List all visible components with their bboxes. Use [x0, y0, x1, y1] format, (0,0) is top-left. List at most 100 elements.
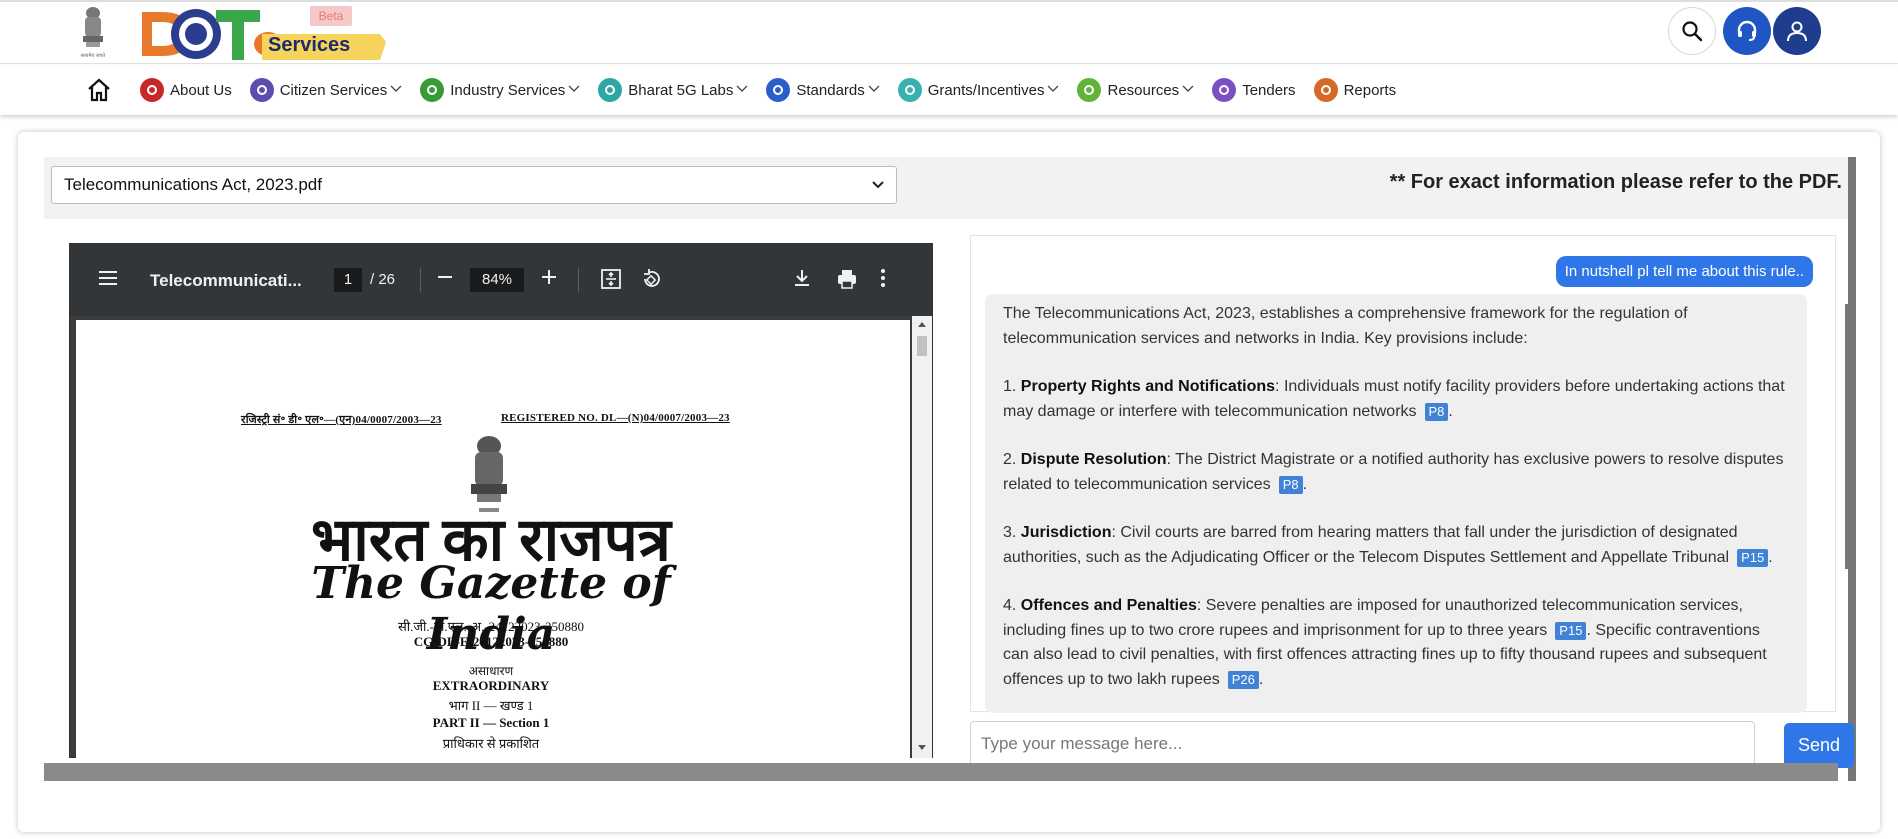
nav-item-about-us[interactable]: About Us [140, 65, 232, 115]
home-icon [88, 78, 110, 102]
registration-hindi: रजिस्ट्री सं॰ डी॰ एल॰—(एन)04/0007/2003—2… [241, 414, 442, 426]
point-number: 3. [1003, 524, 1021, 541]
user-icon [1787, 21, 1807, 42]
point-title: Property Rights and Notifications [1020, 378, 1276, 395]
chevron-down-icon [1182, 84, 1194, 96]
bot-point: 1. Property Rights and Notifications: In… [1003, 375, 1789, 424]
pdf-toolbar: Telecommunicati... 1 / 26 84% [70, 244, 932, 316]
nav-item-tenders[interactable]: Tenders [1212, 65, 1296, 115]
search-icon [1682, 21, 1703, 42]
beta-badge: Beta [310, 6, 352, 26]
user-account-button[interactable] [1773, 7, 1821, 55]
more-options-button[interactable] [880, 268, 886, 288]
pdf-notice: ** For exact information please refer to… [1389, 171, 1842, 193]
nav-item-standards[interactable]: Standards [766, 65, 880, 115]
pdf-page-input[interactable]: 1 [334, 268, 362, 292]
rotate-icon [644, 269, 660, 287]
point-title: Offences and Penalties [1020, 597, 1197, 614]
pdf-page-count: / 26 [370, 271, 396, 288]
print-icon [838, 270, 856, 289]
more-vertical-icon [881, 269, 885, 287]
point-number: 1. [1003, 378, 1021, 395]
page-reference-badge[interactable]: P8 [1424, 402, 1449, 421]
nav-item-reports[interactable]: Reports [1313, 65, 1397, 115]
fit-page-icon [601, 269, 621, 289]
main-navigation: About Us Citizen Services Industry Service… [0, 65, 1898, 115]
nav-item-label: Tenders [1242, 81, 1296, 99]
bot-point: 4. Offences and Penalties: Severe penalt… [1003, 594, 1789, 692]
bot-message: The Telecommunications Act, 2023, establ… [985, 294, 1807, 713]
download-icon [795, 270, 809, 286]
pdf-page-content: रजिस्ट्री सं॰ डी॰ एल॰—(एन)04/0007/2003—2… [76, 320, 910, 758]
download-button[interactable] [792, 268, 812, 288]
menu-icon [99, 271, 117, 285]
zoom-in-button[interactable] [540, 268, 558, 286]
nav-item-label: Citizen Services [279, 81, 388, 99]
point-tail: . [1258, 670, 1264, 688]
headset-icon [1737, 20, 1757, 41]
point-number: 4. [1003, 597, 1021, 614]
point-title: Jurisdiction [1020, 524, 1112, 541]
plus-icon [542, 270, 556, 284]
user-message: In nutshell pl tell me about this rule.. [1555, 256, 1813, 287]
resources-icon [1077, 78, 1102, 102]
print-button[interactable] [836, 268, 858, 290]
send-button[interactable]: Send [1784, 723, 1854, 768]
page-reference-badge[interactable]: P15 [1737, 548, 1769, 567]
nav-item-label: Resources [1107, 81, 1180, 99]
search-button[interactable] [1668, 7, 1716, 55]
chat-scrollbar[interactable] [1845, 304, 1853, 569]
chevron-down-icon [390, 84, 402, 96]
gazette-authority-hindi: प्राधिकार से प्रकाशित [442, 736, 540, 751]
fit-page-button[interactable] [600, 268, 622, 290]
registration-english: REGISTERED NO. DL—(N)04/0007/2003—23 [501, 412, 730, 424]
toolbar-divider [578, 268, 579, 292]
gazette-extraordinary-hindi: असाधारण [468, 664, 514, 678]
national-emblem-icon: सत्यमेव जयते [81, 7, 106, 59]
page-reference-badge[interactable]: P26 [1227, 670, 1259, 689]
nav-item-citizen-services[interactable]: Citizen Services [249, 65, 403, 115]
citizen-icon [249, 78, 274, 102]
emblem-caption: सत्यमेव जयते [81, 52, 106, 59]
pdf-zoom-input[interactable]: 84% [470, 268, 524, 292]
chevron-down-icon [1047, 84, 1059, 96]
pdf-scroll-thumb[interactable] [917, 336, 927, 356]
scroll-up-icon[interactable] [917, 320, 927, 328]
message-input[interactable] [970, 721, 1755, 767]
document-select-value: Telecommunications Act, 2023.pdf [64, 175, 322, 194]
support-button[interactable] [1723, 7, 1771, 55]
pdf-title: Telecommunicati... [150, 271, 302, 290]
zoom-out-button[interactable] [436, 268, 454, 286]
pdf-menu-button[interactable] [98, 268, 118, 288]
info-icon [140, 78, 164, 102]
point-title: Dispute Resolution [1020, 451, 1167, 468]
pdf-scrollbar[interactable] [912, 316, 932, 758]
nav-item-resources[interactable]: Resources [1077, 65, 1194, 115]
nav-item-industry-services[interactable]: Industry Services [420, 65, 580, 115]
panel-toolbar: Telecommunications Act, 2023.pdf ** For … [44, 157, 1856, 219]
page-reference-badge[interactable]: P15 [1555, 621, 1587, 640]
rotate-button[interactable] [640, 268, 662, 290]
main-card: Telecommunications Act, 2023.pdf ** For … [18, 132, 1880, 832]
scroll-down-icon[interactable] [917, 744, 927, 752]
point-tail: . [1302, 475, 1308, 493]
gazette-part-hindi: भाग II — खण्ड 1 [448, 698, 534, 713]
gazette-code-english: CG-DL-E-24122023-250880 [413, 634, 569, 649]
tenders-icon [1212, 78, 1237, 102]
page-reference-badge[interactable]: P8 [1278, 475, 1303, 494]
nav-item-bharat-5g-labs[interactable]: Bharat 5G Labs [598, 65, 748, 115]
point-tail: . [1448, 402, 1453, 420]
panel-horizontal-scrollbar[interactable] [44, 763, 1838, 781]
nav-item-label: Reports [1343, 81, 1397, 99]
nav-item-grants-incentives[interactable]: Grants/Incentives [897, 65, 1060, 115]
nav-home[interactable] [86, 65, 112, 115]
chevron-down-icon [872, 181, 884, 189]
top-header: सत्यमेव जयते Services Beta [0, 0, 1898, 64]
point-tail: . [1768, 548, 1773, 566]
nav-item-label: Industry Services [450, 81, 566, 99]
document-select[interactable]: Telecommunications Act, 2023.pdf [51, 166, 897, 204]
chevron-down-icon [568, 84, 580, 96]
nav-item-label: Grants/Incentives [927, 81, 1045, 99]
standards-icon [766, 78, 791, 102]
nav-item-label: Bharat 5G Labs [628, 81, 734, 99]
